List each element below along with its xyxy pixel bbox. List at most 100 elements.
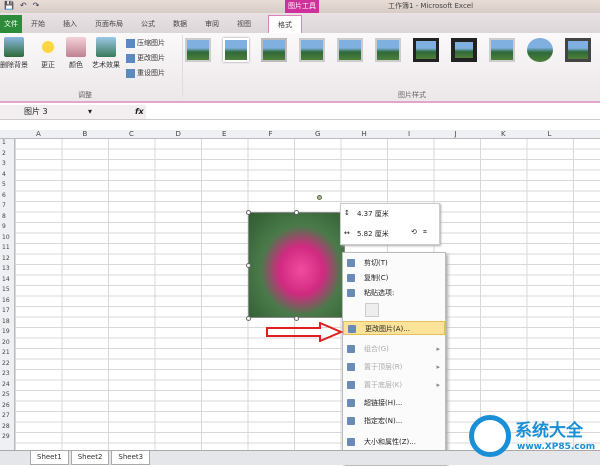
row-header[interactable]: 25 [2, 391, 10, 398]
tab-insert[interactable]: 插入 [54, 15, 86, 33]
picture-style-option[interactable] [223, 38, 249, 62]
context-menu-item[interactable]: 指定宏(N)... [343, 414, 445, 428]
row-header[interactable]: 5 [2, 181, 6, 188]
tab-data[interactable]: 数据 [164, 15, 196, 33]
redo-icon[interactable]: ↷ [33, 1, 40, 10]
picture-style-option[interactable] [185, 38, 211, 62]
context-menu-item[interactable]: 大小和属性(Z)... [343, 435, 445, 449]
column-header[interactable]: K [501, 130, 506, 138]
change-picture-button[interactable]: 更改图片 [126, 53, 165, 63]
resize-handle[interactable] [246, 316, 251, 321]
rotate-handle[interactable] [317, 195, 322, 200]
row-header[interactable]: 6 [2, 192, 6, 199]
row-header[interactable]: 19 [2, 328, 10, 335]
column-header[interactable]: H [362, 130, 367, 138]
name-box[interactable]: 图片 3 ▾ fx [0, 105, 146, 119]
crop-icon[interactable]: ⌗ [423, 228, 427, 237]
context-menu-item[interactable]: 组合(G) ▸ [343, 342, 445, 356]
picture-style-option[interactable] [337, 38, 363, 62]
row-header[interactable]: 13 [2, 265, 10, 272]
sheet-tab-3[interactable]: Sheet3 [111, 451, 151, 465]
resize-handle[interactable] [294, 316, 299, 321]
color-button[interactable]: 颜色 [66, 37, 86, 70]
row-header[interactable]: 4 [2, 171, 6, 178]
row-header[interactable]: 12 [2, 255, 10, 262]
tab-file[interactable]: 文件 [0, 15, 22, 33]
column-header[interactable]: C [129, 130, 134, 138]
picture-style-option[interactable] [413, 38, 439, 62]
column-header[interactable]: L [548, 130, 552, 138]
column-header[interactable]: F [269, 130, 273, 138]
row-header[interactable]: 18 [2, 318, 10, 325]
height-input[interactable]: 4.37 厘米 [357, 209, 389, 219]
tab-formulas[interactable]: 公式 [132, 15, 164, 33]
row-header[interactable]: 29 [2, 433, 10, 440]
row-header[interactable]: 16 [2, 297, 10, 304]
resize-handle[interactable] [246, 210, 251, 215]
context-menu-item[interactable]: 更改图片(A)... [343, 321, 445, 335]
paste-option-icon[interactable] [365, 303, 379, 317]
row-header[interactable]: 7 [2, 202, 6, 209]
picture-style-option[interactable] [527, 38, 553, 62]
sheet-tab-1[interactable]: Sheet1 [30, 451, 69, 465]
picture-styles-group-label: 图片样式 [398, 91, 426, 99]
resize-handle[interactable] [294, 210, 299, 215]
column-header[interactable]: B [83, 130, 88, 138]
row-header[interactable]: 21 [2, 349, 10, 356]
reset-picture-button[interactable]: 重设图片 [126, 68, 165, 78]
corrections-button[interactable]: 更正 [38, 37, 58, 70]
row-header[interactable]: 3 [2, 160, 6, 167]
compress-pictures-button[interactable]: 压缩图片 [126, 38, 165, 48]
context-menu-item[interactable]: 剪切(T) [343, 256, 445, 270]
row-header[interactable]: 23 [2, 370, 10, 377]
tab-page-layout[interactable]: 页面布局 [86, 15, 132, 33]
row-header[interactable]: 14 [2, 276, 10, 283]
dropdown-icon[interactable]: ▾ [88, 105, 92, 119]
row-header[interactable]: 27 [2, 412, 10, 419]
row-header[interactable]: 28 [2, 423, 10, 430]
row-header[interactable]: 20 [2, 339, 10, 346]
row-header[interactable]: 10 [2, 234, 10, 241]
context-menu-item[interactable]: 超链接(H)... [343, 396, 445, 410]
context-menu-item[interactable]: 置于底层(K) ▸ [343, 378, 445, 392]
row-header[interactable]: 1 [2, 139, 6, 146]
column-header[interactable]: A [36, 130, 41, 138]
width-input[interactable]: 5.82 厘米 [357, 229, 389, 239]
remove-background-button[interactable]: 删除背景 [0, 37, 28, 70]
row-header[interactable]: 24 [2, 381, 10, 388]
column-header[interactable]: D [176, 130, 181, 138]
fx-icon[interactable]: fx [135, 105, 144, 119]
row-header[interactable]: 26 [2, 402, 10, 409]
column-header[interactable]: G [315, 130, 320, 138]
row-header[interactable]: 11 [2, 244, 10, 251]
row-header[interactable]: 8 [2, 213, 6, 220]
picture-style-option[interactable] [261, 38, 287, 62]
save-icon[interactable]: 💾 [4, 1, 14, 10]
picture-style-option[interactable] [451, 38, 477, 62]
picture-style-option[interactable] [299, 38, 325, 62]
column-header[interactable]: I [408, 130, 410, 138]
context-menu-item[interactable]: 复制(C) [343, 271, 445, 285]
column-header[interactable]: E [222, 130, 226, 138]
tab-format[interactable]: 格式 [268, 15, 302, 33]
rotate-icon[interactable]: ⟲ [411, 228, 417, 236]
row-header[interactable]: 9 [2, 223, 6, 230]
picture-style-option[interactable] [375, 38, 401, 62]
picture-style-option[interactable] [489, 38, 515, 62]
tab-review[interactable]: 审阅 [196, 15, 228, 33]
tab-home[interactable]: 开始 [22, 15, 54, 33]
sheet-tab-2[interactable]: Sheet2 [70, 451, 110, 465]
undo-icon[interactable]: ↶ [20, 1, 27, 10]
row-header[interactable]: 22 [2, 360, 10, 367]
artistic-effects-button[interactable]: 艺术效果 [92, 37, 120, 70]
row-header[interactable]: 15 [2, 286, 10, 293]
resize-handle[interactable] [246, 263, 251, 268]
tab-view[interactable]: 视图 [228, 15, 260, 33]
rose-picture[interactable] [248, 212, 345, 318]
row-header[interactable]: 17 [2, 307, 10, 314]
column-header[interactable]: J [455, 130, 457, 138]
context-menu-item[interactable]: 粘贴选项: [343, 286, 445, 300]
picture-style-option[interactable] [565, 38, 591, 62]
context-menu-item[interactable]: 置于顶层(R) ▸ [343, 360, 445, 374]
row-header[interactable]: 2 [2, 150, 6, 157]
